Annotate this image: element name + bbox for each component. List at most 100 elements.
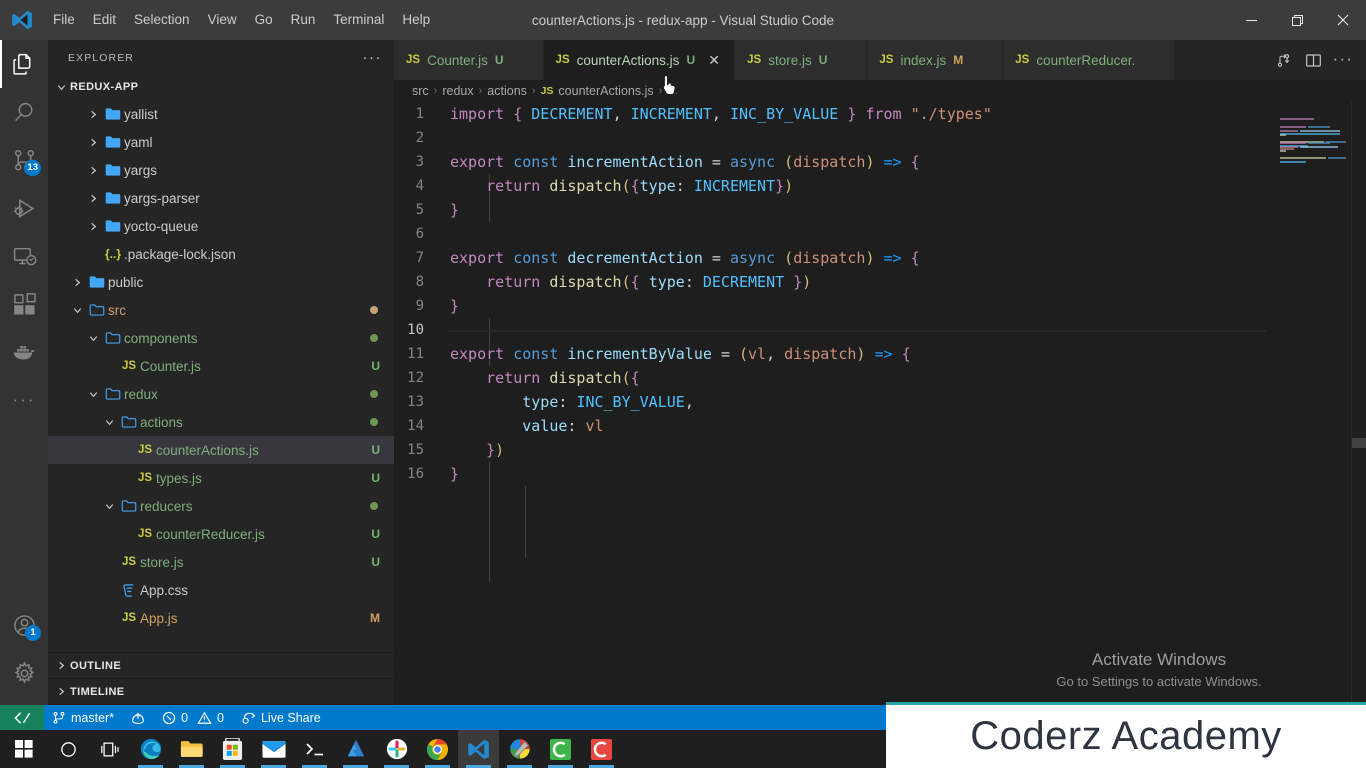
activity-run-and-debug[interactable] [0,184,48,232]
tree-item-yaml[interactable]: yaml [48,128,394,156]
activity-accounts[interactable]: 1 [0,601,48,649]
taskbar-start-button[interactable] [0,730,48,768]
activity-explorer[interactable] [0,40,48,88]
taskbar-task-view[interactable] [89,730,130,768]
code-line[interactable]: 1 import { DECREMENT, INCREMENT, INC_BY_V… [394,102,1366,126]
status-sync[interactable] [122,705,154,730]
close-button[interactable] [1320,0,1366,40]
code-line[interactable]: 16} [394,462,1366,486]
menu-terminal[interactable]: Terminal [324,8,393,32]
code-line[interactable]: 5} [394,198,1366,222]
chevron-down-icon[interactable] [100,411,118,433]
taskbar-app-red[interactable] [581,730,622,768]
taskbar-paint[interactable] [499,730,540,768]
chevron-down-icon[interactable] [84,383,102,405]
breadcrumb-src[interactable]: src [412,84,429,98]
tree-item-src[interactable]: src [48,296,394,324]
code-line[interactable]: 4 return dispatch({type: INCREMENT}) [394,174,1366,198]
tree-item-yallist[interactable]: yallist [48,100,394,128]
menu-file[interactable]: File [44,8,84,32]
tree-item-types-js[interactable]: JS types.js U [48,464,394,492]
tree-item-components[interactable]: components [48,324,394,352]
tree-item-yargs[interactable]: yargs [48,156,394,184]
menu-help[interactable]: Help [393,8,439,32]
taskbar-app-green[interactable] [540,730,581,768]
remote-window-icon[interactable] [0,705,44,730]
chevron-down-icon[interactable] [68,299,86,321]
activity-search[interactable] [0,88,48,136]
code-line[interactable]: 11 export const incrementByValue = (vl, d… [394,342,1366,366]
minimize-button[interactable] [1228,0,1274,40]
tree-item-reducers[interactable]: reducers [48,492,394,520]
status-branch[interactable]: master* [44,705,122,730]
editor-tab-index-js[interactable]: JSindex.jsM✕ [867,40,1004,80]
editor-tab-counteractions-js[interactable]: JS counterActions.js U ✕ [543,40,736,80]
tree-item-app-css[interactable]: App.css [48,576,394,604]
activity-settings[interactable] [0,649,48,697]
code-line[interactable]: 14 value: vl [394,414,1366,438]
code-line[interactable]: 2 [394,126,1366,150]
code-editor[interactable]: 1 import { DECREMENT, INCREMENT, INC_BY_V… [394,102,1366,705]
editor-tab-counter-js[interactable]: JSCounter.jsU✕ [394,40,544,80]
menu-edit[interactable]: Edit [84,8,125,32]
code-line[interactable]: 3 export const incrementAction = async (d… [394,150,1366,174]
activity-docker[interactable] [0,328,48,376]
sidebar-more-actions-icon[interactable]: ··· [363,49,383,66]
tree-item-yargs-parser[interactable]: yargs-parser [48,184,394,212]
section-timeline[interactable]: TIMELINE [48,679,394,705]
chevron-right-icon[interactable] [68,271,86,293]
chevron-right-icon[interactable] [84,187,102,209]
tree-item-counterreducer-js[interactable]: JS counterReducer.js U [48,520,394,548]
taskbar-slack[interactable] [376,730,417,768]
code-line[interactable]: 7 export const decrementAction = async (d… [394,246,1366,270]
chevron-down-icon[interactable] [100,495,118,517]
taskbar-mail[interactable] [253,730,294,768]
taskbar-edge[interactable] [130,730,171,768]
tree-item-app-js[interactable]: JS App.js M [48,604,394,632]
breadcrumb-redux[interactable]: redux [442,84,473,98]
taskbar-file-explorer[interactable] [171,730,212,768]
code-content[interactable]: 1 import { DECREMENT, INCREMENT, INC_BY_V… [394,102,1366,486]
tree-item-yocto-queue[interactable]: yocto-queue [48,212,394,240]
file-tree[interactable]: yallist yaml yargs yargs-parser yocto-queue{… [48,99,394,652]
status-problems[interactable]: 0 0 [154,705,232,730]
menu-go[interactable]: Go [246,8,282,32]
chevron-down-icon[interactable] [84,327,102,349]
chevron-right-icon[interactable] [84,103,102,125]
tree-item-public[interactable]: public [48,268,394,296]
scrollbar-thumb[interactable] [1352,438,1366,448]
chevron-right-icon[interactable] [84,131,102,153]
editor-scrollbar[interactable] [1352,102,1366,705]
source-control-icon[interactable] [1270,46,1296,74]
tree-item-redux[interactable]: redux [48,380,394,408]
chevron-right-icon[interactable] [84,159,102,181]
tree-item-counteractions-js[interactable]: JS counterActions.js U [48,436,394,464]
editor-tabs[interactable]: JSCounter.jsU✕JScounterActions.jsU✕JSsto… [394,40,1366,80]
status-live-share[interactable]: Live Share [232,705,329,730]
breadcrumb-file[interactable]: counterActions.js [558,84,653,98]
maximize-restore-button[interactable] [1274,0,1320,40]
activity-more-views[interactable]: ··· [0,376,48,424]
code-line[interactable]: 6 [394,222,1366,246]
menu-selection[interactable]: Selection [125,8,199,32]
code-line[interactable]: 10 [394,318,1366,342]
chevron-right-icon[interactable] [84,215,102,237]
minimap[interactable] [1266,102,1352,705]
close-tab-icon[interactable]: ✕ [706,52,722,69]
code-line[interactable]: 8 return dispatch({ type: DECREMENT }) [394,270,1366,294]
taskbar-azure-data-studio[interactable] [335,730,376,768]
tree-item-counter-js[interactable]: JS Counter.js U [48,352,394,380]
code-line[interactable]: 13 type: INC_BY_VALUE, [394,390,1366,414]
section-outline[interactable]: OUTLINE [48,653,394,679]
breadcrumb[interactable]: src › redux › actions › JS counterAction… [394,80,1366,102]
tree-item-package-lock-json[interactable]: {..} .package-lock.json [48,240,394,268]
code-line[interactable]: 12 return dispatch({ [394,366,1366,390]
code-line[interactable]: 15 }) [394,438,1366,462]
split-editor-icon[interactable] [1300,46,1326,74]
activity-remote-explorer[interactable] [0,232,48,280]
activity-extensions[interactable] [0,280,48,328]
menu-view[interactable]: View [199,8,246,32]
taskbar-microsoft-store[interactable] [212,730,253,768]
editor-tab-counterreducer[interactable]: JScounterReducer.✕ [1003,40,1176,80]
tree-item-actions[interactable]: actions [48,408,394,436]
